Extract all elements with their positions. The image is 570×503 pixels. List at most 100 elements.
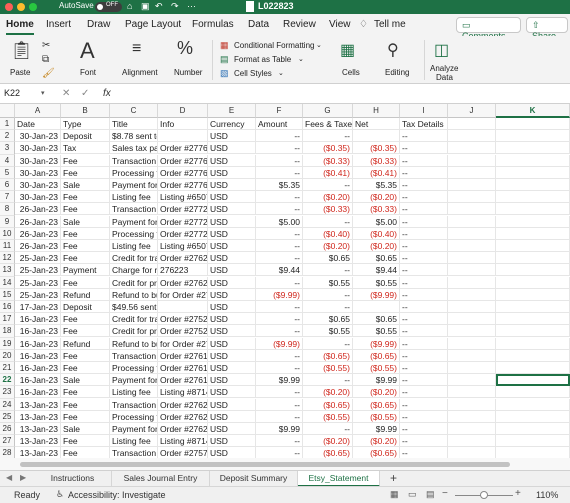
table-cell[interactable]: Order #27764 [158,179,208,191]
table-cell[interactable]: 26-Jan-23 [15,215,61,228]
home-icon[interactable]: ⌂ [127,1,132,11]
table-cell[interactable]: Fee [61,313,110,326]
table-cell[interactable]: Transaction f [110,154,158,167]
add-sheet-icon[interactable]: + [390,471,397,485]
row-header[interactable]: 25 [0,410,15,423]
row-header[interactable]: 15 [0,288,15,301]
table-cell[interactable]: ($0.33) [353,154,400,167]
table-cell[interactable]: Fee [61,410,110,423]
table-cell[interactable]: -- [400,215,448,228]
column-title[interactable]: Fees & Taxes [303,118,353,130]
table-cell[interactable]: Order #2776 [158,154,208,167]
table-cell[interactable]: -- [303,423,353,435]
table-cell[interactable]: -- [256,276,303,289]
select-all-corner[interactable] [0,104,15,118]
table-cell[interactable]: -- [400,386,448,399]
table-cell[interactable]: USD [208,386,256,399]
table-cell[interactable]: 25-Jan-23 [15,264,61,277]
table-cell[interactable]: 30-Jan-23 [15,154,61,167]
function-icon[interactable]: fx [103,88,111,99]
table-cell[interactable]: 25-Jan-23 [15,252,61,265]
table-cell[interactable]: USD [208,349,256,362]
table-cell[interactable]: USD [208,374,256,387]
table-cell[interactable]: -- [256,130,303,143]
table-cell[interactable]: ($9.99) [256,288,303,301]
sheet-tab-sales-journal[interactable]: Sales Journal Entry [112,471,210,487]
table-cell[interactable] [496,349,570,362]
table-cell[interactable]: -- [400,240,448,252]
table-cell[interactable]: USD [208,362,256,374]
table-cell[interactable]: -- [256,386,303,399]
table-cell[interactable]: ($9.99) [353,337,400,350]
table-cell[interactable]: -- [303,337,353,350]
row-header[interactable]: 14 [0,276,15,289]
table-cell[interactable]: -- [400,130,448,143]
cancel-icon[interactable]: ✕ [62,88,70,99]
table-cell[interactable]: 30-Jan-23 [15,142,61,155]
table-cell[interactable] [448,423,496,435]
row-header[interactable]: 2 [0,130,15,143]
row-header[interactable]: 1 [0,118,15,131]
table-cell[interactable]: Fee [61,435,110,448]
table-cell[interactable]: ($9.99) [256,337,303,350]
column-header-e[interactable]: E [208,104,256,118]
column-title[interactable]: Currency [208,118,256,130]
table-cell[interactable] [448,142,496,155]
table-cell[interactable] [448,386,496,399]
table-cell[interactable] [496,166,570,179]
table-cell[interactable]: -- [400,374,448,387]
tab-home[interactable]: Home [6,19,34,30]
table-cell[interactable]: 30-Jan-23 [15,179,61,191]
table-cell[interactable]: $0.55 [353,325,400,338]
table-cell[interactable]: Order #2762 [158,252,208,265]
table-cell[interactable] [448,264,496,277]
row-header[interactable]: 20 [0,349,15,362]
table-cell[interactable]: Credit for pro [110,325,158,338]
table-cell[interactable] [448,276,496,289]
table-cell[interactable]: -- [256,313,303,326]
table-cell[interactable]: ($0.35) [353,142,400,155]
table-cell[interactable]: Order #2752 [158,325,208,338]
table-cell[interactable] [448,313,496,326]
table-cell[interactable]: 25-Jan-23 [15,276,61,289]
table-cell[interactable]: Fee [61,362,110,374]
table-cell[interactable]: $5.00 [256,215,303,228]
table-cell[interactable]: 17-Jan-23 [15,301,61,313]
table-cell[interactable]: USD [208,276,256,289]
table-cell[interactable]: Order #2776 [158,166,208,179]
tab-review[interactable]: Review [283,19,316,30]
table-cell[interactable] [496,142,570,155]
column-title[interactable]: Type [61,118,110,130]
table-cell[interactable] [353,130,400,143]
table-cell[interactable]: USD [208,227,256,240]
table-cell[interactable] [158,130,208,143]
table-cell[interactable]: Order #2762 [158,276,208,289]
table-cell[interactable]: 25-Jan-23 [15,288,61,301]
table-cell[interactable]: USD [208,301,256,313]
row-header[interactable]: 24 [0,398,15,411]
table-cell[interactable]: -- [303,288,353,301]
row-header[interactable]: 9 [0,215,15,228]
table-cell[interactable]: Sales tax paid [110,142,158,155]
table-cell[interactable]: -- [256,203,303,216]
name-box[interactable]: K22 [4,88,20,98]
table-cell[interactable]: for Order #2752 [158,337,208,350]
table-cell[interactable]: USD [208,288,256,301]
table-cell[interactable]: -- [303,215,353,228]
row-header[interactable]: 19 [0,337,15,350]
table-cell[interactable] [448,191,496,204]
table-cell[interactable]: -- [400,398,448,411]
table-cell[interactable] [448,130,496,143]
table-cell[interactable]: Fee [61,203,110,216]
table-cell[interactable]: Fee [61,166,110,179]
table-cell[interactable]: USD [208,154,256,167]
table-cell[interactable]: -- [400,362,448,374]
editing-button[interactable]: ⚲ Editing [383,38,415,80]
format-painter-icon[interactable]: 🖌︎ [42,68,55,79]
table-cell[interactable] [448,362,496,374]
table-cell[interactable]: Listing fee [110,386,158,399]
table-cell[interactable]: Listing fee [110,435,158,448]
table-cell[interactable]: $5.00 [353,215,400,228]
table-cell[interactable]: USD [208,435,256,448]
cells-button[interactable]: ▦ Cells [336,38,368,80]
